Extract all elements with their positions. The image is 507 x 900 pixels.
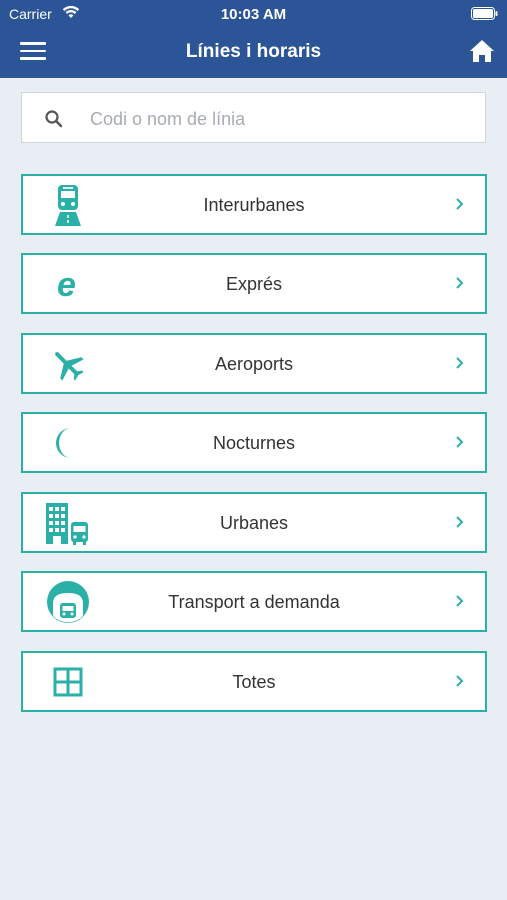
category-label: Exprés [225, 274, 283, 294]
chevron-right-icon [456, 675, 464, 687]
category-nocturnes[interactable]: Nocturnes [21, 412, 487, 473]
status-bar: Carrier 10:03 AM [0, 0, 507, 28]
chevron-right-icon [456, 516, 464, 528]
category-urbanes[interactable]: Urbanes [21, 492, 487, 553]
category-transport-a-demanda[interactable]: Transport a demanda [21, 571, 487, 632]
category-label: Urbanes [219, 513, 289, 533]
category-label: Transport a demanda [168, 592, 340, 612]
category-aeroports[interactable]: Aeroports [21, 333, 487, 394]
chevron-right-icon [456, 436, 464, 448]
search-box[interactable] [21, 92, 486, 143]
category-label: Interurbanes [203, 195, 305, 215]
category-label: Nocturnes [212, 433, 296, 453]
category-interurbanes[interactable]: Interurbanes [21, 174, 487, 235]
navigation-bar: Línies i horaris [0, 28, 507, 78]
category-expres[interactable]: e Exprés [21, 253, 487, 314]
page-title: Línies i horaris [185, 41, 322, 62]
header: Carrier 10:03 AM Línies i horaris [0, 0, 507, 78]
category-totes[interactable]: Totes [21, 651, 487, 712]
search-input[interactable] [88, 103, 472, 135]
chevron-right-icon [456, 595, 464, 607]
status-time: 10:03 AM [220, 6, 287, 23]
search-icon [45, 110, 63, 128]
battery-icon [471, 7, 498, 20]
home-icon[interactable] [469, 38, 495, 64]
chevron-right-icon [456, 357, 464, 369]
chevron-right-icon [456, 198, 464, 210]
chevron-right-icon [456, 277, 464, 289]
category-label: Aeroports [214, 354, 294, 374]
category-label: Totes [232, 672, 276, 692]
